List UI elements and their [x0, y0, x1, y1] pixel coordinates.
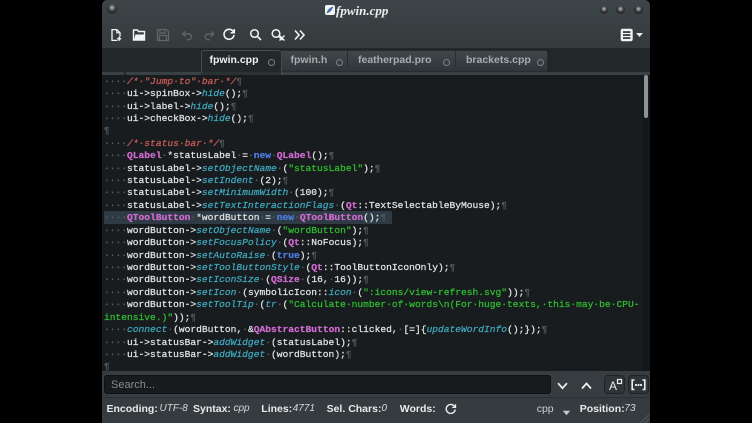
svg-text:A: A	[609, 379, 617, 393]
